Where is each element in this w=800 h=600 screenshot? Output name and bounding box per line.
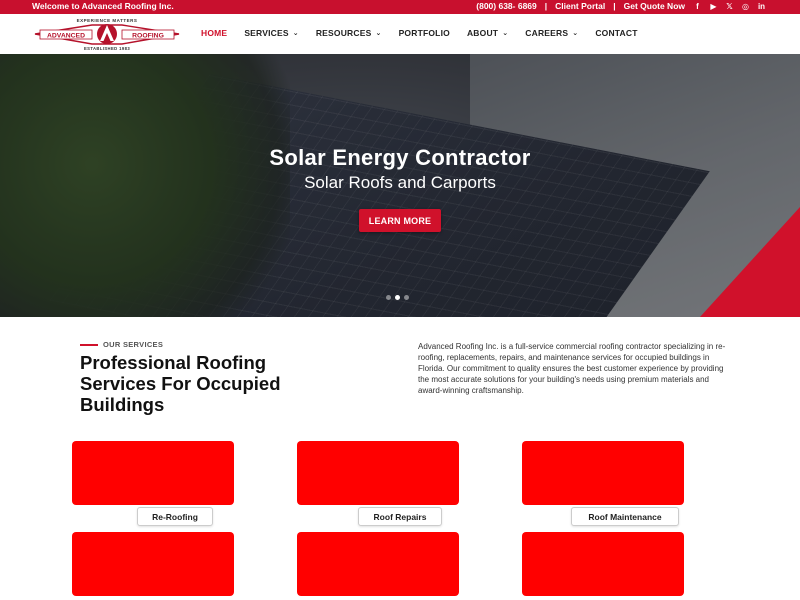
services-heading: Professional Roofing Services For Occupi… bbox=[80, 352, 281, 415]
nav-about[interactable]: ABOUT ⌄ bbox=[467, 28, 508, 38]
service-card-label[interactable]: Roof Repairs bbox=[358, 507, 442, 526]
service-card-image[interactable] bbox=[522, 441, 684, 505]
nav-contact[interactable]: CONTACT bbox=[595, 28, 637, 38]
get-quote-link[interactable]: Get Quote Now bbox=[624, 1, 685, 11]
divider: | bbox=[613, 1, 616, 11]
hero-subtitle: Solar Roofs and Carports bbox=[304, 173, 496, 192]
service-card-label[interactable]: Re-Roofing bbox=[137, 507, 213, 526]
client-portal-link[interactable]: Client Portal bbox=[555, 1, 605, 11]
services-description: Advanced Roofing Inc. is a full-service … bbox=[418, 342, 726, 395]
facebook-icon[interactable]: f bbox=[693, 2, 702, 11]
service-card-image[interactable] bbox=[297, 441, 459, 505]
service-card-image[interactable] bbox=[297, 532, 459, 596]
top-bar: Welcome to Advanced Roofing Inc. (800) 6… bbox=[0, 0, 800, 14]
instagram-icon[interactable]: ◎ bbox=[741, 2, 750, 11]
welcome-text: Welcome to Advanced Roofing Inc. bbox=[32, 1, 174, 11]
nav-resources[interactable]: RESOURCES ⌄ bbox=[316, 28, 382, 38]
service-card-label[interactable]: Roof Maintenance bbox=[571, 507, 679, 526]
service-card-image[interactable] bbox=[522, 532, 684, 596]
logo-top-text: EXPERIENCE MATTERS bbox=[77, 18, 138, 23]
top-bar-links: (800) 638- 6869 | Client Portal | Get Qu… bbox=[476, 1, 766, 11]
youtube-icon[interactable]: ▶ bbox=[709, 2, 718, 11]
main-nav: HOME SERVICES ⌄ RESOURCES ⌄ PORTFOLIO ABOU… bbox=[201, 28, 655, 38]
service-card-image[interactable] bbox=[72, 532, 234, 596]
logo-bottom-text: ESTABLISHED 1983 bbox=[84, 46, 130, 51]
phone-link[interactable]: (800) 638- 6869 bbox=[476, 1, 537, 11]
slider-dots bbox=[386, 295, 409, 300]
nav-careers[interactable]: CAREERS ⌄ bbox=[525, 28, 578, 38]
nav-label: RESOURCES bbox=[315, 28, 372, 38]
nav-home[interactable]: HOME bbox=[201, 28, 227, 38]
services-eyebrow: OUR SERVICES bbox=[80, 340, 163, 349]
chevron-down-icon: ⌄ bbox=[375, 30, 382, 37]
slider-dot[interactable] bbox=[386, 295, 391, 300]
nav-label: CONTACT bbox=[595, 28, 638, 38]
logo-left-text: ADVANCED bbox=[47, 32, 85, 39]
logo-right-text: ROOFING bbox=[132, 32, 164, 39]
nav-portfolio[interactable]: PORTFOLIO bbox=[399, 28, 450, 38]
slider-dot-active[interactable] bbox=[395, 295, 400, 300]
social-links: f ▶ 𝕏 ◎ in bbox=[693, 2, 766, 11]
nav-label: SERVICES bbox=[244, 28, 289, 38]
chevron-down-icon: ⌄ bbox=[292, 30, 299, 37]
eyebrow-text: OUR SERVICES bbox=[103, 340, 164, 349]
divider: | bbox=[544, 1, 548, 11]
slider-dot[interactable] bbox=[404, 295, 409, 300]
hero-title: Solar Energy Contractor bbox=[269, 145, 531, 170]
red-corner-accent bbox=[700, 207, 800, 317]
nav-label: PORTFOLIO bbox=[398, 28, 450, 38]
eyebrow-line bbox=[80, 343, 98, 346]
chevron-down-icon: ⌄ bbox=[572, 30, 579, 37]
learn-more-button[interactable]: LEARN MORE bbox=[359, 209, 441, 232]
chevron-down-icon: ⌄ bbox=[502, 30, 509, 37]
site-header: EXPERIENCE MATTERS ADVANCED ROOFING ESTA… bbox=[0, 14, 800, 54]
company-logo[interactable]: EXPERIENCE MATTERS ADVANCED ROOFING ESTA… bbox=[32, 16, 182, 52]
nav-label: CAREERS bbox=[525, 28, 569, 38]
hero-slider: Solar Energy Contractor Solar Roofs and … bbox=[0, 54, 800, 317]
nav-services[interactable]: SERVICES ⌄ bbox=[244, 28, 299, 38]
service-card-image[interactable] bbox=[72, 441, 234, 505]
nav-label: ABOUT bbox=[466, 28, 499, 38]
x-icon[interactable]: 𝕏 bbox=[725, 2, 734, 11]
linkedin-icon[interactable]: in bbox=[757, 2, 766, 11]
nav-label: HOME bbox=[201, 28, 228, 38]
